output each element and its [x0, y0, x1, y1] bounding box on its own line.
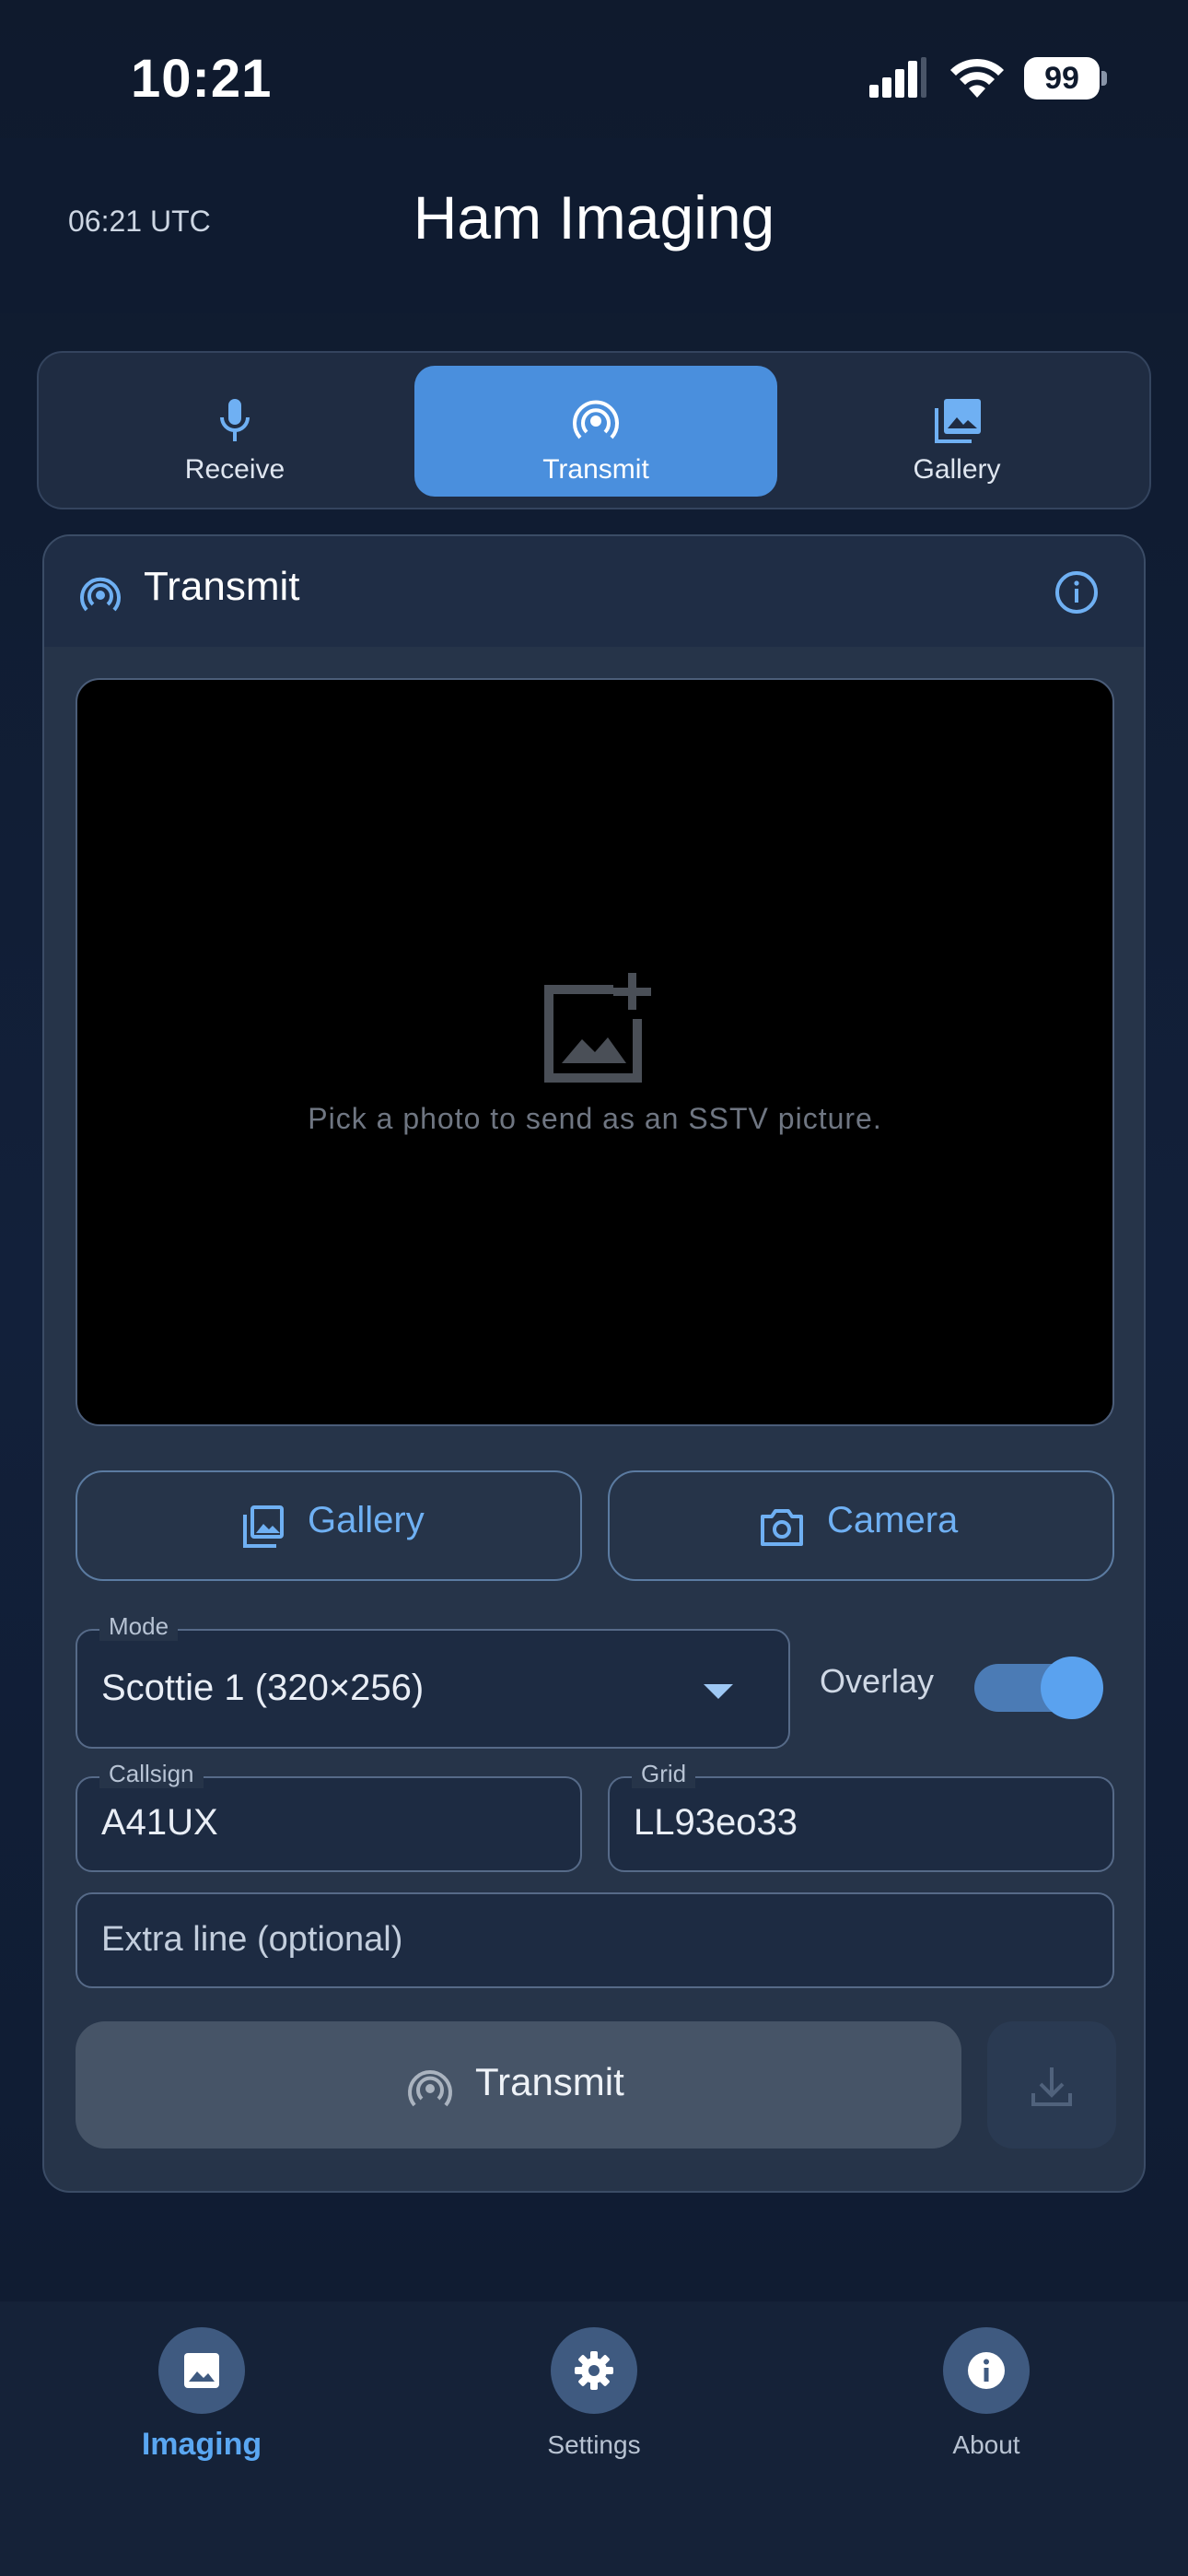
nav-settings[interactable]: Settings: [483, 2327, 705, 2484]
gear-icon: [575, 2351, 613, 2390]
tab-receive[interactable]: Receive: [53, 366, 416, 497]
photo-library-icon: [243, 1505, 284, 1548]
grid-value: LL93eo33: [634, 1802, 798, 1843]
extra-line-field[interactable]: Extra line (optional): [76, 1892, 1114, 1988]
add-photo-icon: [544, 973, 651, 1083]
mode-select[interactable]: Mode Scottie 1 (320×256): [76, 1612, 790, 1749]
app-screen: 10:21 99 06:21 UTC Ham Imaging Receive T…: [0, 0, 1188, 2576]
callsign-label: Callsign: [99, 1760, 204, 1788]
tab-transmit[interactable]: Transmit: [414, 366, 777, 497]
transmit-button[interactable]: Transmit: [76, 2021, 961, 2149]
transmit-card: Transmit Pick a photo to send as an SSTV…: [42, 534, 1146, 2193]
overlay-toggle[interactable]: [974, 1657, 1103, 1719]
nav-about-label: About: [952, 2430, 1020, 2459]
download-button[interactable]: [987, 2021, 1116, 2149]
broadcast-icon: [573, 400, 619, 439]
tab-gallery[interactable]: Gallery: [775, 366, 1138, 497]
camera-button[interactable]: Camera: [608, 1470, 1114, 1581]
wifi-icon: [950, 58, 1004, 98]
mode-label: Mode: [99, 1612, 179, 1641]
gallery-button-label: Gallery: [308, 1500, 425, 1540]
info-icon[interactable]: [1054, 569, 1100, 615]
photo-library-icon: [935, 399, 981, 443]
nav-imaging[interactable]: Imaging: [91, 2327, 312, 2484]
image-icon: [184, 2353, 219, 2388]
extra-line-placeholder: Extra line (optional): [101, 1920, 403, 1959]
battery-level: 99: [1024, 57, 1100, 100]
grid-label: Grid: [632, 1760, 696, 1788]
preview-hint: Pick a photo to send as an SSTV picture.: [308, 1102, 882, 1135]
chevron-down-icon: [704, 1684, 733, 1699]
nav-imaging-label: Imaging: [141, 2427, 262, 2462]
status-time: 10:21: [131, 49, 273, 109]
nav-about-indicator: [943, 2327, 1030, 2414]
transmit-button-label: Transmit: [475, 2060, 624, 2103]
card-header: Transmit: [44, 536, 1144, 647]
overlay-label: Overlay: [820, 1662, 935, 1700]
callsign-value: A41UX: [101, 1802, 218, 1843]
page-title: Ham Imaging: [413, 183, 775, 252]
cellular-signal-icon: [869, 57, 926, 98]
grid-field[interactable]: Grid LL93eo33: [608, 1760, 1114, 1872]
bottom-navigation: Imaging Settings About: [0, 2301, 1188, 2576]
broadcast-icon: [408, 2070, 452, 2107]
tab-transmit-label: Transmit: [542, 454, 649, 485]
nav-imaging-indicator: [158, 2327, 245, 2414]
mode-value: Scottie 1 (320×256): [101, 1668, 425, 1708]
callsign-field[interactable]: Callsign A41UX: [76, 1760, 582, 1872]
nav-about[interactable]: About: [876, 2327, 1097, 2484]
mode-segmented-control: Receive Transmit Gallery: [37, 351, 1151, 509]
toggle-knob: [1041, 1657, 1103, 1719]
nav-settings-label: Settings: [547, 2430, 641, 2459]
microphone-icon: [220, 399, 250, 441]
info-icon: [968, 2352, 1005, 2389]
image-preview-area[interactable]: Pick a photo to send as an SSTV picture.: [76, 678, 1114, 1426]
tab-receive-label: Receive: [184, 454, 285, 485]
nav-settings-indicator: [551, 2327, 637, 2414]
camera-icon: [761, 1509, 803, 1546]
card-title: Transmit: [144, 564, 300, 609]
tab-gallery-label: Gallery: [913, 454, 1001, 485]
camera-button-label: Camera: [827, 1500, 959, 1540]
download-icon: [1031, 2067, 1072, 2106]
gallery-button[interactable]: Gallery: [76, 1470, 582, 1581]
battery-nub: [1101, 71, 1107, 86]
status-bar: 10:21 99: [0, 0, 1188, 138]
battery-indicator: 99: [1024, 57, 1107, 100]
broadcast-icon: [80, 577, 121, 612]
